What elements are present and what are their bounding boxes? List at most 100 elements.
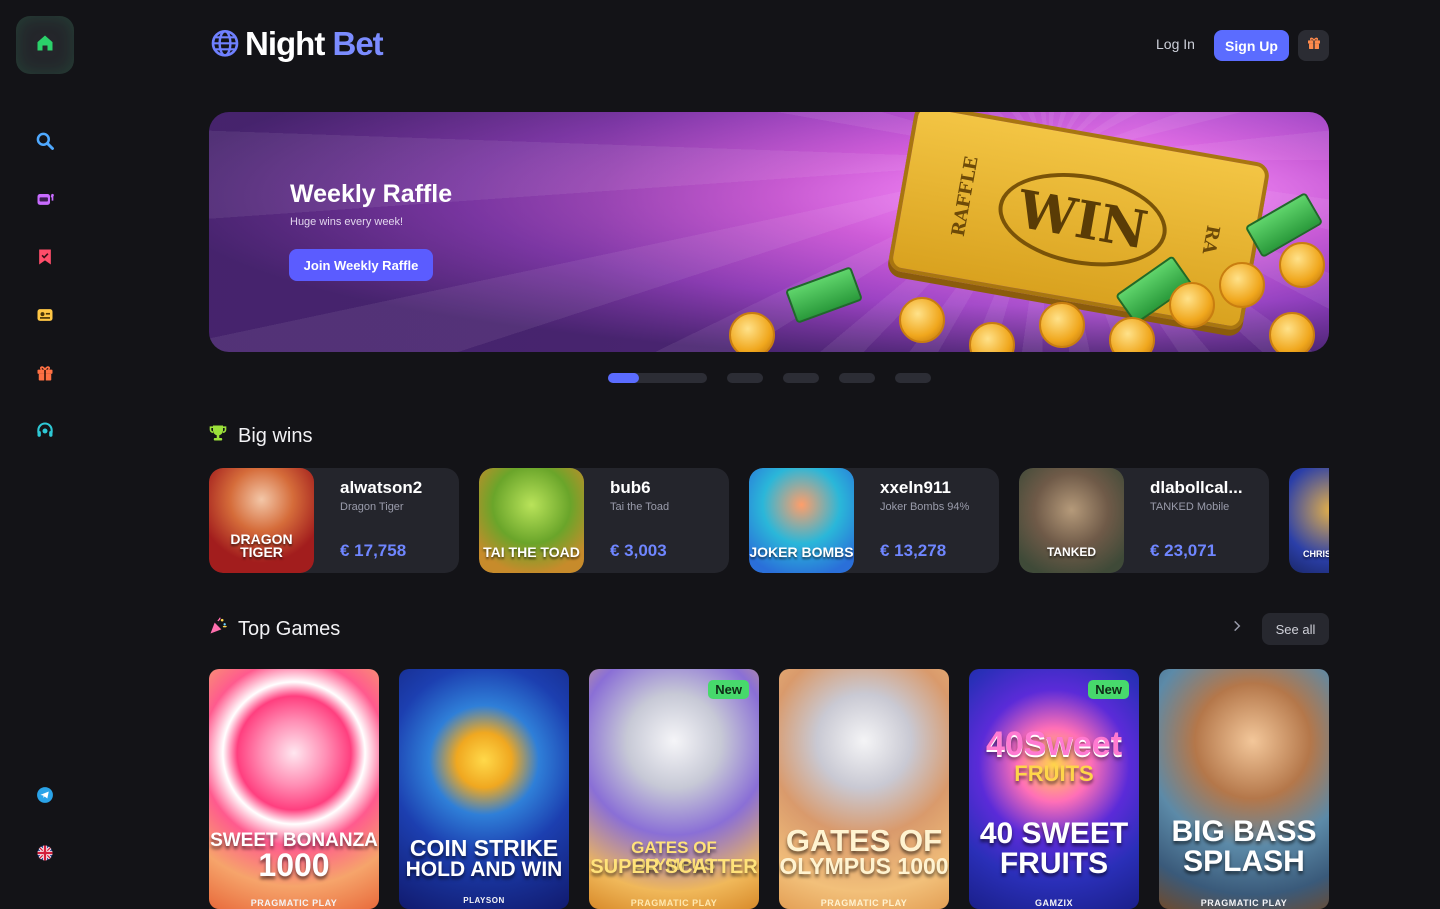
ticket-raffle-text: RAFFLE (947, 154, 983, 239)
uk-flag-icon (35, 843, 55, 868)
win-amount: € 23,071 (1150, 541, 1217, 560)
thumbnail-title: CHRIS MEG (1303, 549, 1329, 559)
sidebar (0, 0, 90, 900)
coin-illustration (1169, 282, 1215, 328)
top-games-heading: Top Games (208, 616, 340, 642)
coin-illustration (1039, 302, 1085, 348)
big-win-card[interactable]: TAI THE TOAD bub6 Tai the Toad € 3,003 (479, 468, 729, 573)
slot-machine-icon (35, 189, 55, 214)
sidebar-item-home[interactable] (16, 16, 74, 74)
party-popper-icon (208, 616, 228, 642)
game-thumbnail: JOKER BOMBS (749, 468, 854, 573)
carousel-dot-5[interactable] (895, 373, 931, 383)
winner-username: bub6 (610, 478, 651, 497)
game-thumbnail: TAI THE TOAD (479, 468, 584, 573)
thumbnail-title: DRAGON TIGER (230, 531, 293, 560)
join-raffle-button[interactable]: Join Weekly Raffle (289, 249, 433, 281)
game-title-line1: 40 SWEET (979, 817, 1129, 850)
sidebar-item-support[interactable] (29, 417, 61, 449)
nightbet-logo[interactable]: Night Bet (209, 22, 384, 66)
game-logo-text: 40Sweet (985, 725, 1123, 763)
new-badge: New (1088, 680, 1129, 699)
game-logo-sub: FRUITS (1014, 761, 1094, 786)
game-title-line2: SPLASH (1183, 845, 1305, 878)
carousel-dot-2[interactable] (727, 373, 763, 383)
sidebar-item-promotions[interactable] (29, 359, 61, 391)
scroll-right-button[interactable] (1228, 619, 1246, 637)
big-win-card[interactable]: TANKED dlabollcal... TANKED Mobile € 23,… (1019, 468, 1269, 573)
sidebar-item-profile[interactable] (29, 301, 61, 333)
logo-bet: Bet (332, 25, 383, 62)
top-header: Night Bet Log In Sign Up (209, 22, 1329, 70)
game-card[interactable]: New GATES OF OLYMPUS SUPER SCATTER PRAGM… (589, 669, 759, 909)
new-badge: New (708, 680, 749, 699)
logo-text: Night Bet (245, 25, 384, 63)
win-game-name: TANKED Mobile (1150, 501, 1230, 513)
carousel-dot-3[interactable] (783, 373, 819, 383)
id-card-icon (35, 305, 55, 330)
winner-username: alwatson2 (340, 478, 423, 497)
game-card[interactable]: SWEET BONANZA 1000 PRAGMATIC PLAY (209, 669, 379, 909)
game-title-line2: SUPER SCATTER (590, 856, 758, 878)
game-provider: PLAYSON (463, 896, 505, 905)
logo-night: Night (245, 25, 325, 62)
big-wins-heading: Big wins (208, 423, 312, 449)
big-wins-title: Big wins (238, 424, 313, 447)
bookmark-icon (35, 247, 55, 272)
win-game-name: Dragon Tiger (340, 501, 404, 513)
sidebar-item-casino[interactable] (29, 185, 61, 217)
thumbnail-title: TANKED (1046, 545, 1097, 559)
game-card[interactable]: COIN STRIKE HOLD AND WIN PLAYSON (399, 669, 569, 909)
carousel-dot-4[interactable] (839, 373, 875, 383)
banner-subtitle: Huge wins every week! (290, 216, 404, 228)
win-game-name: Tai the Toad (610, 501, 670, 513)
game-card[interactable]: GATES OF OLYMPUS 1000 PRAGMATIC PLAY (779, 669, 949, 909)
winner-username: dlabollcal... (1150, 478, 1243, 497)
game-thumbnail: DRAGON TIGER (209, 468, 314, 573)
game-title-line1: BIG BASS (1171, 815, 1317, 848)
promo-banner[interactable]: RAFFLE WIN RA Weekly Raffle Huge wins ev… (209, 112, 1329, 352)
ticket-win-text: WIN (991, 160, 1175, 279)
trophy-icon (208, 423, 228, 449)
carousel-dot-1[interactable] (608, 373, 707, 383)
game-title-line2: HOLD AND WIN (405, 858, 563, 881)
game-card[interactable]: New 40Sweet FRUITS 40 SWEET FRUITS GAMZI… (969, 669, 1139, 909)
globe-icon (209, 26, 241, 63)
headset-icon (35, 421, 55, 446)
winner-username: xxeln911 (880, 478, 951, 497)
thumbnail-title: TAI THE TOAD (483, 544, 580, 560)
thumbnail-title: JOKER BOMBS (749, 544, 854, 560)
sidebar-item-bookmarks[interactable] (29, 243, 61, 275)
banner-title: Weekly Raffle (290, 180, 453, 208)
game-thumbnail: CHRIS MEG (1289, 468, 1329, 573)
sidebar-item-telegram[interactable] (29, 781, 61, 813)
signup-button[interactable]: Sign Up (1214, 30, 1289, 61)
big-win-card[interactable]: JOKER BOMBS xxeln911 Joker Bombs 94% € 1… (749, 468, 999, 573)
game-title-line2: 1000 (258, 847, 330, 883)
sidebar-item-search[interactable] (29, 127, 61, 159)
ticket-raffle-right-text: RA (1197, 223, 1224, 256)
telegram-icon (35, 785, 55, 810)
game-title-line1: COIN STRIKE (409, 835, 559, 861)
game-title-line2: OLYMPUS 1000 (779, 853, 949, 879)
big-win-card[interactable]: CHRIS MEG (1289, 468, 1329, 573)
carousel-pagination (608, 373, 931, 383)
login-link[interactable]: Log In (1156, 36, 1195, 52)
coin-illustration (1269, 312, 1315, 352)
game-title-line1: GATES OF (785, 823, 943, 858)
game-thumbnail: TANKED (1019, 468, 1124, 573)
win-amount: € 17,758 (340, 541, 407, 560)
gift-icon (35, 363, 55, 388)
rewards-button[interactable] (1298, 30, 1329, 61)
search-icon (35, 131, 55, 156)
coin-illustration (1279, 242, 1325, 288)
big-win-card[interactable]: DRAGON TIGER alwatson2 Dragon Tiger € 17… (209, 468, 459, 573)
sidebar-item-language[interactable] (29, 839, 61, 871)
home-icon (35, 33, 55, 58)
coin-illustration (1219, 262, 1265, 308)
chevron-right-icon (1230, 619, 1244, 638)
coin-illustration (899, 297, 945, 343)
win-game-name: Joker Bombs 94% (880, 501, 970, 513)
see-all-button[interactable]: See all (1262, 613, 1329, 645)
game-card[interactable]: BIG BASS SPLASH PRAGMATIC PLAY (1159, 669, 1329, 909)
